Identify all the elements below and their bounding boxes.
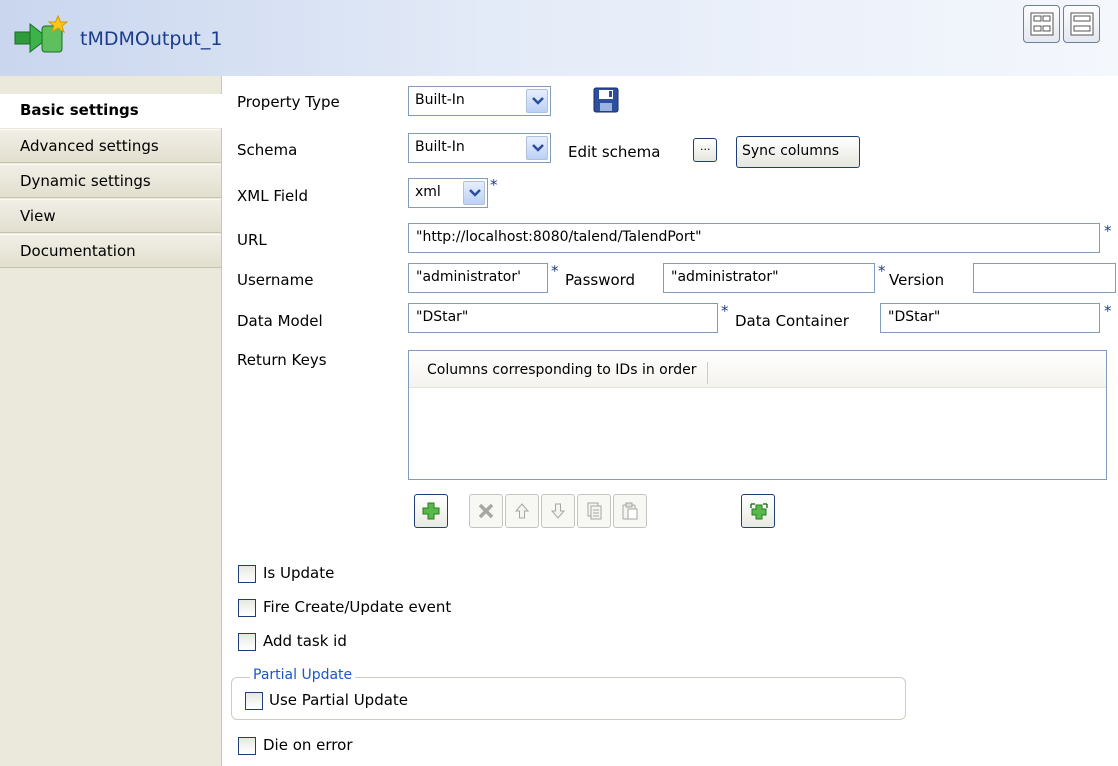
url-field[interactable]: "http://localhost:8080/talend/TalendPort… [408, 223, 1100, 253]
component-header: tMDMOutput_1 [0, 0, 1118, 76]
required-mark: * [1104, 222, 1112, 240]
horizontal-layout-button[interactable] [1023, 5, 1060, 43]
version-label: Version [889, 271, 945, 289]
tab-view[interactable]: View [0, 199, 221, 233]
vertical-layout-icon [1070, 12, 1094, 36]
column-header[interactable]: Columns corresponding to IDs in order [427, 362, 708, 384]
use-partial-update-label: Use Partial Update [269, 691, 409, 709]
component-title: tMDMOutput_1 [80, 28, 223, 50]
url-label: URL [237, 231, 267, 249]
password-field[interactable]: "administrator" [663, 263, 875, 293]
add-task-id-label: Add task id [263, 632, 347, 650]
remove-row-button[interactable] [469, 494, 503, 528]
xml-field-value: xml [415, 184, 441, 200]
required-mark: * [878, 262, 886, 280]
is-update-label: Is Update [263, 564, 335, 582]
version-field[interactable] [973, 263, 1116, 293]
chevron-down-icon[interactable] [526, 89, 548, 113]
use-partial-update-checkbox[interactable] [245, 692, 263, 710]
schema-value: Built-In [415, 139, 465, 155]
arrow-down-icon [550, 503, 566, 519]
edit-schema-button[interactable]: ... [693, 138, 717, 162]
xml-field-select[interactable]: xml [408, 178, 488, 208]
data-model-field[interactable]: "DStar" [408, 303, 718, 333]
arrow-up-icon [514, 503, 530, 519]
die-on-error-checkbox[interactable] [238, 737, 256, 755]
property-type-label: Property Type [237, 93, 340, 111]
horizontal-layout-icon [1030, 12, 1054, 36]
tab-dynamic-settings[interactable]: Dynamic settings [0, 164, 221, 198]
copy-icon [587, 502, 602, 520]
plus-multiple-icon [750, 503, 768, 520]
return-keys-label: Return Keys [237, 351, 327, 369]
required-mark: * [721, 302, 729, 320]
xml-field-label: XML Field [237, 187, 308, 205]
copy-button[interactable] [577, 494, 611, 528]
paste-button[interactable] [613, 494, 647, 528]
schema-select[interactable]: Built-In [408, 133, 551, 163]
delete-icon [478, 503, 494, 519]
table-header: Columns corresponding to IDs in order [409, 351, 1106, 388]
data-container-label: Data Container [735, 312, 849, 330]
move-down-button[interactable] [541, 494, 575, 528]
tab-documentation[interactable]: Documentation [0, 234, 221, 268]
fire-event-checkbox[interactable] [238, 599, 256, 617]
required-mark: * [1104, 302, 1112, 320]
component-arrow-icon [14, 14, 69, 54]
settings-sidebar: Basic settings Advanced settings Dynamic… [0, 76, 222, 766]
required-mark: * [490, 176, 498, 194]
data-model-label: Data Model [237, 312, 323, 330]
plus-icon [422, 502, 440, 520]
schema-label: Schema [237, 141, 298, 159]
paste-icon [622, 502, 638, 520]
add-task-id-checkbox[interactable] [238, 633, 256, 651]
save-icon[interactable] [592, 86, 620, 114]
tab-advanced-settings[interactable]: Advanced settings [0, 129, 221, 163]
chevron-down-icon[interactable] [463, 181, 485, 205]
add-all-columns-button[interactable] [741, 494, 775, 528]
username-label: Username [237, 271, 314, 289]
move-up-button[interactable] [505, 494, 539, 528]
partial-update-group-title: Partial Update [250, 667, 356, 683]
chevron-down-icon[interactable] [526, 136, 548, 160]
return-keys-table[interactable]: Columns corresponding to IDs in order [408, 350, 1107, 480]
fire-event-label: Fire Create/Update event [263, 598, 452, 616]
username-field[interactable]: "administrator' [408, 263, 548, 293]
property-type-value: Built-In [415, 92, 465, 108]
is-update-checkbox[interactable] [238, 565, 256, 583]
required-mark: * [551, 262, 559, 280]
edit-schema-label: Edit schema [568, 143, 661, 161]
add-row-button[interactable] [414, 494, 448, 528]
data-container-field[interactable]: "DStar" [880, 303, 1100, 333]
sync-columns-button[interactable]: Sync columns [736, 136, 860, 168]
password-label: Password [565, 271, 636, 289]
tab-basic-settings[interactable]: Basic settings [0, 94, 222, 128]
property-type-select[interactable]: Built-In [408, 86, 551, 116]
die-on-error-label: Die on error [263, 736, 353, 754]
vertical-layout-button[interactable] [1063, 5, 1100, 43]
